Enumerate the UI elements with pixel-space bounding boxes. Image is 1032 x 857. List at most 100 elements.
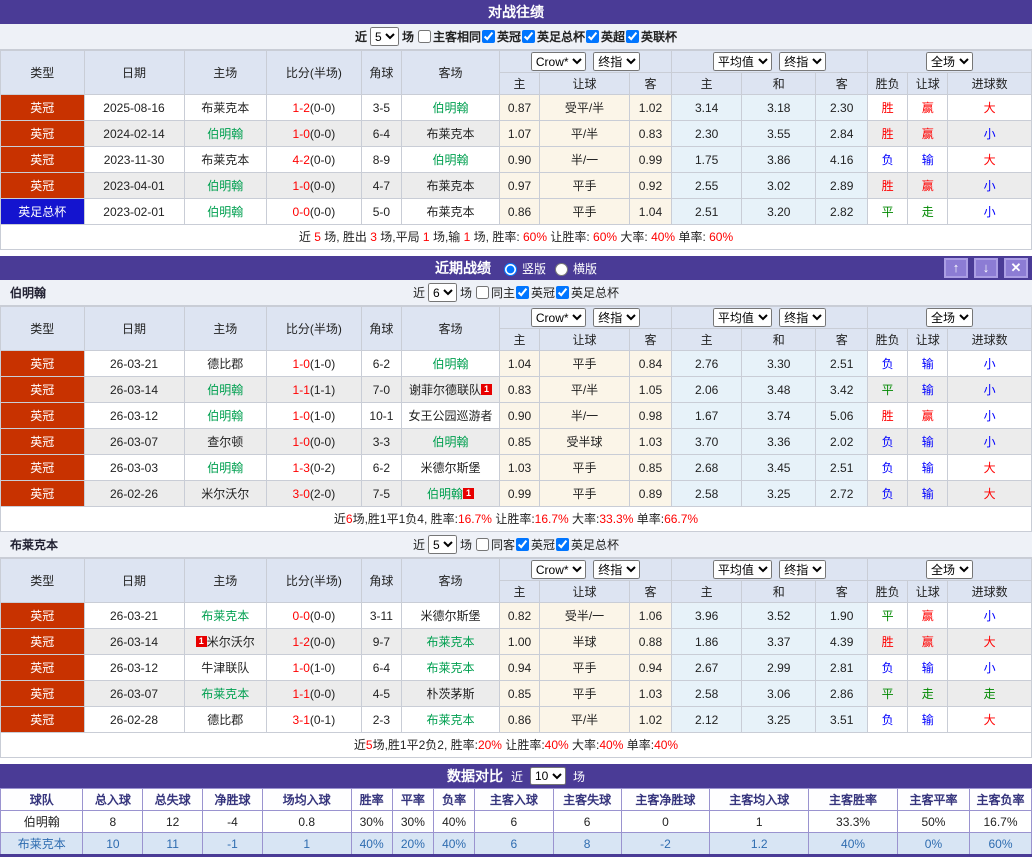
- final-odds-select[interactable]: 终指: [593, 52, 641, 71]
- team-name: 布莱克本: [426, 205, 475, 219]
- col-wdl: 胜负: [866, 72, 909, 95]
- move-down-button[interactable]: ↓: [974, 258, 998, 278]
- league-filter-checkbox[interactable]: [556, 286, 570, 299]
- team-name: 伯明翰: [207, 383, 244, 397]
- goals-result-cell: 大: [947, 146, 1032, 173]
- fulltime-select[interactable]: 全场: [925, 308, 973, 327]
- summary-segment: 5: [365, 738, 373, 752]
- odds-away-cell: 0.85: [628, 454, 673, 481]
- league-filter-item[interactable]: 同客: [475, 536, 515, 553]
- blackburn-count-select[interactable]: 5: [427, 535, 457, 554]
- league-filter-item[interactable]: 英超: [585, 28, 625, 45]
- league-filter-item[interactable]: 英联杯: [625, 28, 677, 45]
- final-odds-select[interactable]: 终指: [593, 560, 641, 579]
- league-filter-checkbox[interactable]: [586, 30, 600, 43]
- average-select[interactable]: 平均值: [712, 560, 772, 579]
- league-filter-checkbox[interactable]: [522, 30, 535, 43]
- league-filter-checkbox[interactable]: [516, 286, 529, 299]
- odds-away-cell: 1.03: [628, 680, 673, 707]
- match-row: 英冠 26-02-26 米尔沃尔 3-0(2-0) 7-5 伯明翰 1 0.99 平手 0.89 2…: [0, 480, 1032, 507]
- team-name: 布莱克本: [201, 153, 250, 167]
- team-name: 布莱克本: [201, 687, 250, 701]
- away-team-cell: 米德尔斯堡: [401, 602, 500, 629]
- compare-row: 布莱克本 10 11 -1 1 40% 20% 40% 6 8 -2 1.2 40% 0% 60%: [0, 832, 1032, 856]
- compare-value-cell: 40%: [350, 832, 393, 856]
- odds-away-cell: 1.02: [628, 706, 673, 733]
- compare-count-select[interactable]: 10: [530, 767, 566, 785]
- final-odds-select[interactable]: 终指: [593, 308, 641, 327]
- blackburn-league-filters: 同客 英冠 英足总杯: [475, 536, 619, 553]
- league-filter-item[interactable]: 英冠: [515, 536, 555, 553]
- close-button[interactable]: ✕: [1004, 258, 1028, 278]
- league-cell: 英冠: [0, 146, 85, 173]
- odds-provider-select[interactable]: Crow*: [530, 308, 586, 327]
- team-name: 布莱克本: [201, 101, 250, 115]
- col-avg-draw: 和: [741, 580, 817, 603]
- final-odds-select[interactable]: 终指: [779, 308, 827, 327]
- team-name: 布莱克本: [426, 179, 475, 193]
- league-filter-checkbox[interactable]: [516, 538, 529, 551]
- league-filter-item[interactable]: 英冠: [515, 284, 555, 301]
- compare-value-cell: 1: [261, 832, 352, 856]
- avg-home-cell: 1.75: [671, 146, 743, 173]
- odds-away-cell: 0.92: [628, 172, 673, 199]
- summary-segment: 1: [422, 230, 430, 244]
- league-filter-checkbox[interactable]: [417, 30, 431, 43]
- move-up-button[interactable]: ↑: [944, 258, 968, 278]
- near-label: 近: [412, 538, 425, 552]
- average-select[interactable]: 平均值: [712, 52, 772, 71]
- final-odds-select[interactable]: 终指: [779, 560, 827, 579]
- odds-provider-select[interactable]: Crow*: [530, 52, 586, 71]
- match-row: 英冠 26-03-21 布莱克本 0-0(0-0) 3-11 米德尔斯堡 0.82 受半/一 1…: [0, 602, 1032, 629]
- handicap-cell: 受半/一: [539, 602, 630, 629]
- away-team-cell: 伯明翰: [401, 428, 500, 455]
- col-corner: 角球: [360, 558, 403, 603]
- h2h-count-select[interactable]: 5: [369, 27, 399, 46]
- league-filter-item[interactable]: 同主: [475, 284, 515, 301]
- league-filter-checkbox[interactable]: [481, 30, 495, 43]
- h2h-table: 类型 日期 主场 比分(半场) 角球 客场 Crow* 终指 平均值 终指 全场…: [0, 50, 1032, 225]
- col-avg-draw: 和: [741, 72, 817, 95]
- goals-result-cell: 小: [947, 198, 1032, 225]
- average-select[interactable]: 平均值: [712, 308, 772, 327]
- league-filter-checkbox[interactable]: [475, 286, 489, 299]
- fulltime-select[interactable]: 全场: [925, 52, 973, 71]
- handicap-cell: 受平/半: [539, 94, 630, 121]
- avg-away-cell: 2.86: [815, 680, 868, 707]
- league-filter-item[interactable]: 英足总杯: [521, 28, 585, 45]
- away-team-cell: 伯明翰: [401, 350, 500, 377]
- league-filter-checkbox[interactable]: [626, 30, 640, 43]
- col-avg-home: 主: [671, 580, 743, 603]
- league-filter-item[interactable]: 英冠: [481, 28, 521, 45]
- corner-cell: 6-4: [360, 654, 403, 681]
- layout-vertical-radio[interactable]: [503, 263, 517, 276]
- fulltime-select[interactable]: 全场: [925, 560, 973, 579]
- compare-value-cell: -2: [620, 832, 711, 856]
- league-filter-item[interactable]: 主客相同: [417, 28, 481, 45]
- odds-provider-select[interactable]: Crow*: [530, 560, 586, 579]
- layout-vertical-option[interactable]: 竖版: [499, 260, 546, 277]
- avg-away-cell: 2.51: [815, 350, 868, 377]
- red-card-badge: 1: [195, 636, 207, 647]
- layout-horizontal-label: 横版: [573, 261, 598, 276]
- layout-horizontal-option[interactable]: 横版: [550, 260, 597, 277]
- date-cell: 26-03-12: [83, 654, 185, 681]
- final-odds-select[interactable]: 终指: [779, 52, 827, 71]
- halftime-score: (1-0): [309, 660, 336, 675]
- league-filter-checkbox[interactable]: [556, 538, 570, 551]
- fulltime-score: 1-0: [292, 660, 310, 675]
- league-filter-checkbox[interactable]: [475, 538, 489, 551]
- league-filter-item[interactable]: 英足总杯: [555, 536, 619, 553]
- league-filter-item[interactable]: 英足总杯: [555, 284, 619, 301]
- layout-horizontal-radio[interactable]: [555, 263, 568, 276]
- handicap-result-cell: 赢: [907, 172, 949, 199]
- handicap-result-cell: 赢: [907, 402, 949, 429]
- compare-value-cell: 1: [709, 810, 810, 833]
- team-name: 朴茨茅斯: [426, 687, 475, 701]
- fulltime-score: 1-0: [292, 178, 310, 193]
- home-team-cell: 德比郡: [183, 706, 267, 733]
- col-let: 让球: [907, 328, 949, 351]
- league-cell: 英冠: [0, 94, 85, 121]
- birmingham-count-select[interactable]: 6: [427, 283, 457, 302]
- summary-segment: 场,胜1平2负2, 胜率:: [372, 738, 478, 752]
